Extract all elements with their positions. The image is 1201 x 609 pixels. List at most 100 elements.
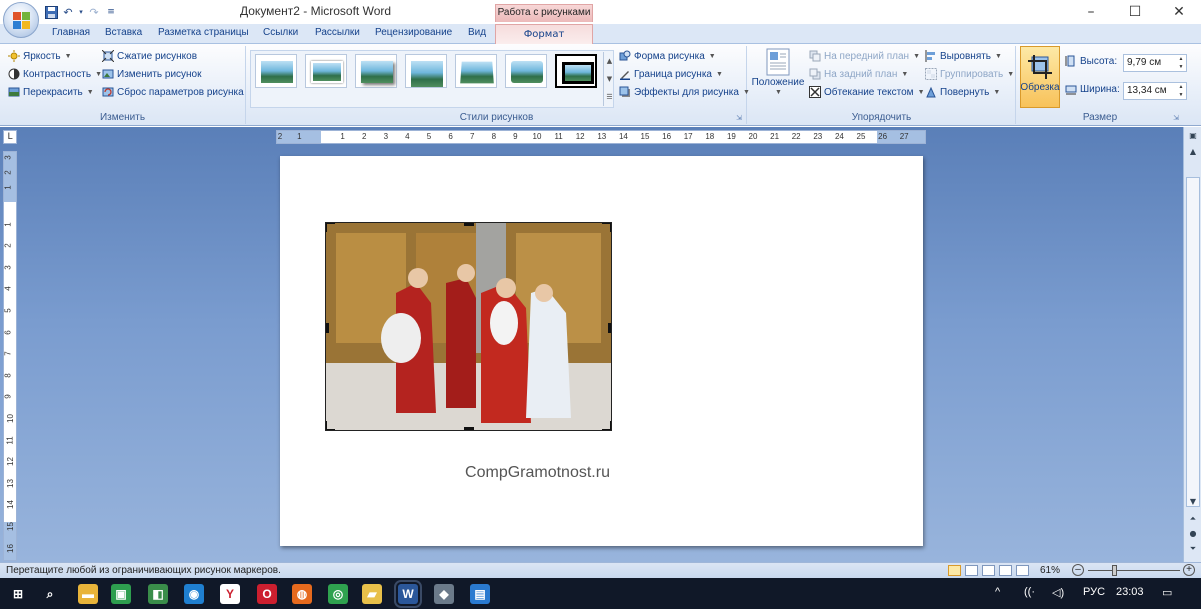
crop-handle-top-right[interactable] [602, 223, 611, 232]
picture-border-button[interactable]: Граница рисунка ▼ [619, 68, 723, 80]
crop-handle-left[interactable] [326, 323, 329, 333]
previous-page-icon[interactable]: ⏶ [1186, 512, 1200, 526]
customize-qat-icon[interactable]: ≡ [104, 5, 118, 19]
print-layout-icon[interactable] [948, 565, 961, 576]
scroll-up-icon[interactable]: ▲ [1186, 145, 1200, 159]
style-thumb-1[interactable] [255, 54, 297, 88]
tab-page-layout[interactable]: Разметка страницы [158, 27, 249, 38]
app-bird-icon[interactable]: ◆ [434, 584, 454, 604]
select-browse-object-icon[interactable]: ● [1186, 527, 1200, 541]
undo-icon[interactable]: ↶ [61, 5, 75, 19]
file-explorer-icon[interactable]: ▬ [78, 584, 98, 604]
outline-icon[interactable] [999, 565, 1012, 576]
crop-handle-bottom-right[interactable] [602, 421, 611, 430]
gallery-down-icon[interactable]: ▼ [604, 70, 615, 88]
tab-selector[interactable]: L [3, 130, 17, 144]
close-button[interactable]: ✕ [1157, 0, 1201, 24]
contrast-button[interactable]: Контрастность ▼ [8, 68, 102, 80]
yandex-browser-icon[interactable]: Y [220, 584, 240, 604]
save-icon[interactable] [44, 5, 58, 19]
office-button[interactable] [3, 2, 39, 38]
app-photo-icon[interactable]: ◧ [148, 584, 168, 604]
firefox-icon[interactable]: ◍ [292, 584, 312, 604]
vertical-ruler[interactable]: 3211234567891011121314151617 [3, 151, 17, 561]
bring-to-front-button[interactable]: На передний план ▼ [809, 50, 920, 62]
vertical-scrollbar[interactable]: ▣ ▲ ▼ ⏶ ● ⏷ [1183, 127, 1201, 562]
rotate-button[interactable]: Повернуть ▼ [925, 86, 1000, 98]
picture-shape-button[interactable]: Форма рисунка ▼ [619, 50, 716, 62]
tab-references[interactable]: Ссылки [263, 27, 298, 38]
zoom-slider[interactable] [1088, 570, 1180, 571]
start-icon[interactable]: ⊞ [8, 584, 28, 604]
next-page-icon[interactable]: ⏷ [1186, 542, 1200, 556]
web-layout-icon[interactable] [982, 565, 995, 576]
scroll-down-icon[interactable]: ▼ [1186, 495, 1200, 509]
recolor-button[interactable]: Перекрасить ▼ [8, 86, 94, 98]
language-indicator[interactable]: РУС [1083, 586, 1105, 598]
scroll-thumb[interactable] [1186, 177, 1200, 507]
tab-home[interactable]: Главная [52, 27, 90, 38]
ruler-toggle-icon[interactable]: ▣ [1186, 129, 1200, 143]
width-spinner[interactable]: ▲ ▼ [1177, 83, 1185, 99]
brightness-button[interactable]: Яркость ▼ [8, 50, 72, 62]
tab-view[interactable]: Вид [468, 27, 486, 38]
minimize-button[interactable]: – [1069, 0, 1113, 24]
network-icon[interactable]: ((· [1024, 586, 1035, 598]
redo-icon[interactable]: ↷ [87, 5, 101, 19]
tray-chevron-icon[interactable]: ^ [995, 586, 1000, 598]
tab-mailings[interactable]: Рассылки [315, 27, 360, 38]
volume-icon[interactable]: ◁) [1052, 586, 1064, 599]
group-objects-button[interactable]: Группировать ▼ [925, 68, 1014, 80]
style-thumb-6[interactable] [505, 54, 547, 88]
style-thumb-3[interactable] [355, 54, 397, 88]
undo-dropdown-icon[interactable]: ▾ [78, 5, 84, 19]
gallery-scroll[interactable]: ▲ ▼ ☰ [603, 52, 615, 106]
zoom-in-icon[interactable]: + [1183, 564, 1195, 576]
crop-handle-bottom-left[interactable] [326, 421, 335, 430]
height-input[interactable]: 9,79 см ▲ ▼ [1123, 54, 1187, 72]
draft-icon[interactable] [1016, 565, 1029, 576]
edge-icon[interactable]: ◉ [184, 584, 204, 604]
crop-handle-top[interactable] [464, 223, 474, 226]
selected-picture[interactable] [325, 222, 612, 431]
tab-insert[interactable]: Вставка [105, 27, 142, 38]
opera-icon[interactable]: O [257, 584, 277, 604]
reset-picture-button[interactable]: Сброс параметров рисунка [102, 86, 244, 98]
crop-button[interactable]: Обрезка [1020, 46, 1060, 108]
send-to-back-button[interactable]: На задний план ▼ [809, 68, 908, 80]
tab-review[interactable]: Рецензирование [375, 27, 452, 38]
gallery-more-icon[interactable]: ☰ [604, 88, 615, 106]
zoom-level[interactable]: 61% [1040, 565, 1060, 576]
word-icon[interactable]: W [394, 580, 422, 608]
document-page[interactable]: CompGramotnost.ru [280, 156, 923, 546]
zoom-slider-thumb[interactable] [1112, 565, 1117, 576]
crop-handle-right[interactable] [608, 323, 611, 333]
picture-effects-button[interactable]: Эффекты для рисунка ▼ [619, 86, 750, 98]
width-input[interactable]: 13,34 см ▲ ▼ [1123, 82, 1187, 100]
crop-handle-bottom[interactable] [464, 427, 474, 430]
crop-handle-top-left[interactable] [326, 223, 335, 232]
text-wrapping-button[interactable]: Обтекание текстом ▼ [809, 86, 925, 98]
style-thumb-2[interactable] [305, 54, 347, 88]
style-thumb-4[interactable] [405, 54, 447, 88]
maximize-button[interactable]: ☐ [1113, 0, 1157, 24]
app-green-icon[interactable]: ▣ [111, 584, 131, 604]
folder-icon[interactable]: ▰ [362, 584, 382, 604]
zoom-out-icon[interactable]: – [1072, 564, 1084, 576]
position-button[interactable]: Положение ▼ [750, 48, 806, 96]
compress-pictures-button[interactable]: Сжатие рисунков [102, 50, 197, 62]
gallery-up-icon[interactable]: ▲ [604, 52, 615, 70]
notification-icon[interactable]: ▭ [1162, 586, 1172, 599]
style-thumb-5[interactable] [455, 54, 497, 88]
align-button[interactable]: Выровнять ▼ [925, 50, 1002, 62]
tab-format[interactable]: Формат [495, 24, 593, 45]
full-screen-reading-icon[interactable] [965, 565, 978, 576]
height-spinner[interactable]: ▲ ▼ [1177, 55, 1185, 71]
style-thumb-7[interactable] [555, 54, 597, 88]
search-icon[interactable]: ⌕ [40, 584, 60, 604]
change-picture-button[interactable]: Изменить рисунок [102, 68, 202, 80]
horizontal-ruler[interactable]: 2 1 1 2 3 4 5 6 7 8 9 10 11 12 13 14 15 16 17 18 19 20 21 22 23 2… [276, 130, 926, 144]
clock[interactable]: 23:03 [1116, 586, 1144, 598]
chrome-icon[interactable]: ◎ [328, 584, 348, 604]
image-viewer-icon[interactable]: ▤ [470, 584, 490, 604]
